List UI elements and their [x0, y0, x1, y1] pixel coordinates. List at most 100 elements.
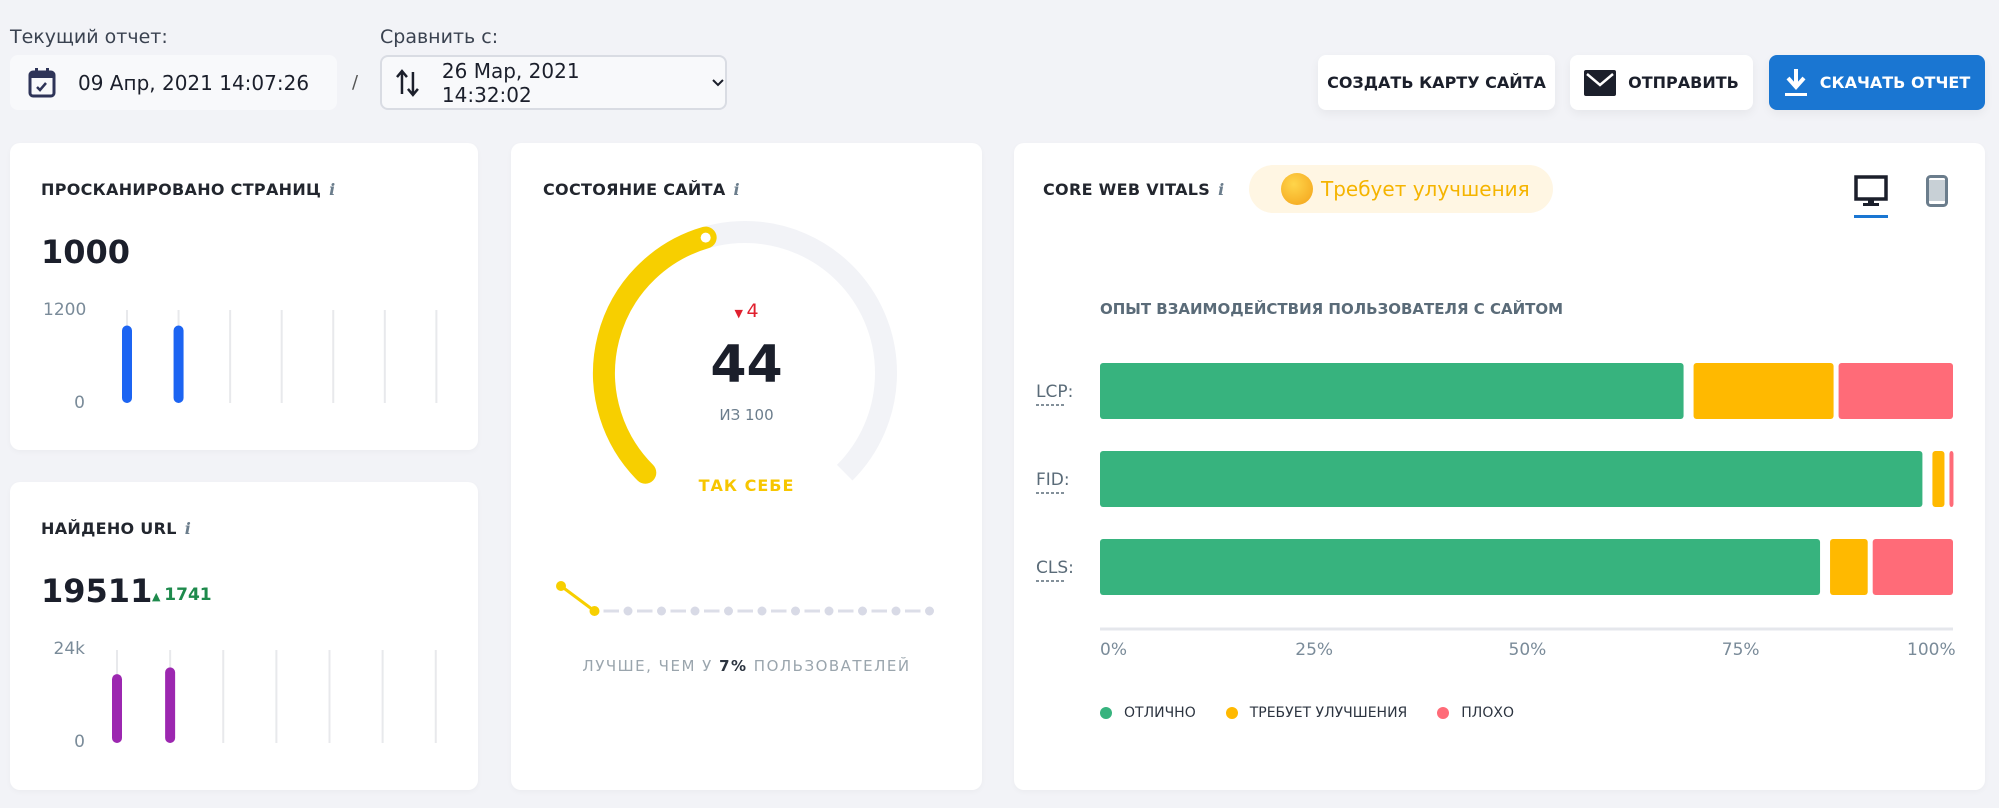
spark-point [657, 606, 666, 616]
legend-label: ОТЛИЧНО [1124, 705, 1196, 721]
download-icon [1784, 68, 1807, 96]
urls-bar-chart [105, 650, 445, 743]
percentile-sparkline [556, 581, 934, 616]
bar-segment [1932, 451, 1945, 507]
bar-segment [1693, 363, 1834, 419]
download-report-button[interactable]: СКАЧАТЬ ОТЧЕТ [1769, 55, 1985, 110]
spark-point [556, 581, 566, 591]
bar [112, 674, 122, 743]
send-label: ОТПРАВИТЬ [1628, 73, 1739, 92]
compare-value: 26 Мар, 2021 14:32:02 [441, 58, 580, 107]
date-separator: / [352, 72, 359, 93]
cwv-badge-label: Требует улучшения [1321, 177, 1530, 201]
pages-title: ПРОСКАНИРОВАНО СТРАНИЦ i [41, 180, 336, 199]
x-tick: 75% [1721, 640, 1760, 660]
category-label: FID: [1036, 470, 1070, 490]
bar-segment [1830, 539, 1868, 595]
x-tick: 100% [1907, 640, 1956, 660]
arrow-up-icon: ▲ [152, 590, 165, 603]
mail-icon [1584, 69, 1617, 96]
y-tick: 24k [53, 639, 85, 659]
percentile-text: ЛУЧШЕ, ЧЕМ У 7% ПОЛЬЗОВАТЕЛЕЙ [582, 657, 911, 675]
legend-dot [1100, 707, 1112, 719]
y-tick: 0 [74, 732, 85, 752]
gauge-knob [700, 232, 711, 243]
bar-segment [1100, 539, 1821, 595]
spark-point [757, 606, 767, 616]
legend-dot [1437, 707, 1450, 719]
urls-value: 19511 [41, 572, 153, 610]
bar [173, 325, 184, 403]
urls-card: НАЙДЕНО URL i 19511 ▲ 1741 24k 0 [10, 482, 478, 790]
spark-point [858, 606, 867, 616]
monocle-face-icon [1281, 173, 1313, 205]
spark-point [690, 606, 700, 616]
legend-item: ПЛОХО [1437, 705, 1514, 721]
bar-segment [1872, 539, 1953, 595]
spark-point [891, 606, 901, 616]
spark-point [724, 606, 733, 616]
create-sitemap-button[interactable]: СОЗДАТЬ КАРТУ САЙТА [1318, 55, 1555, 110]
y-tick: 1200 [43, 300, 87, 320]
y-tick: 0 [74, 393, 85, 413]
arrow-down-icon: ▼ [734, 307, 747, 320]
active-tab-indicator [1854, 215, 1888, 218]
spark-point [824, 606, 834, 616]
urls-delta: ▲ 1741 [152, 585, 212, 605]
spark-point [623, 606, 633, 616]
chevron-down-icon [712, 78, 724, 86]
current-report-label: Текущий отчет: [10, 26, 168, 48]
health-out-of: ИЗ 100 [719, 406, 774, 424]
mobile-tab[interactable] [1926, 175, 1948, 211]
bar [122, 325, 132, 403]
legend-label: ПЛОХО [1461, 705, 1514, 721]
category-label: LCP: [1036, 382, 1073, 402]
pages-value: 1000 [41, 233, 131, 271]
desktop-icon [1854, 175, 1888, 206]
legend-dot [1225, 707, 1238, 719]
site-health-card: СОСТОЯНИЕ САЙТА i ▼ 4 44 ИЗ 100 ТАК СЕБЕ … [511, 143, 982, 790]
cwv-chart-title: ОПЫТ ВЗАИМОДЕЙСТВИЯ ПОЛЬЗОВАТЕЛЯ С САЙТО… [1100, 300, 1564, 318]
urls-title: НАЙДЕНО URL i [41, 519, 192, 538]
info-icon[interactable]: i [185, 519, 191, 538]
create-sitemap-label: СОЗДАТЬ КАРТУ САЙТА [1327, 73, 1546, 92]
calendar-check-icon [28, 67, 56, 97]
legend-label: ТРЕБУЕТ УЛУЧШЕНИЯ [1249, 705, 1408, 721]
core-web-vitals-card: CORE WEB VITALS i Требует улучшения ОПЫТ … [1014, 143, 1985, 790]
download-label: СКАЧАТЬ ОТЧЕТ [1819, 73, 1971, 92]
compare-label: Сравнить с: [380, 26, 499, 48]
send-button[interactable]: ОТПРАВИТЬ [1570, 55, 1753, 110]
current-report-value: 09 Апр, 2021 14:07:26 [78, 70, 310, 95]
health-delta: ▼ 4 [734, 300, 759, 322]
spark-point [791, 606, 800, 616]
bar-segment [1100, 363, 1684, 419]
legend-item: ОТЛИЧНО [1100, 705, 1196, 721]
cwv-title: CORE WEB VITALS i [1043, 180, 1225, 199]
cwv-legend: ОТЛИЧНО ТРЕБУЕТ УЛУЧШЕНИЯ ПЛОХО [1100, 705, 1514, 721]
cwv-status-badge: Требует улучшения [1249, 165, 1553, 213]
x-tick: 0% [1100, 640, 1127, 660]
bar-segment [1838, 363, 1953, 419]
spark-point [589, 606, 600, 616]
spark-segment [560, 584, 596, 613]
mobile-icon [1926, 175, 1948, 207]
bar [165, 667, 176, 743]
pages-card: ПРОСКАНИРОВАНО СТРАНИЦ i 1000 1200 0 [10, 143, 478, 450]
info-icon[interactable]: i [1218, 180, 1224, 199]
legend-item: ТРЕБУЕТ УЛУЧШЕНИЯ [1225, 705, 1408, 721]
bar-segment [1949, 451, 1954, 507]
cwv-stacked-bar-chart: LCP: FID: CLS: [1036, 363, 1954, 631]
pages-bar-chart [115, 310, 445, 403]
health-score: 44 [710, 335, 783, 395]
x-tick: 50% [1508, 640, 1547, 660]
health-status: ТАК СЕБЕ [698, 476, 795, 495]
current-report-date: 09 Апр, 2021 14:07:26 [10, 55, 337, 110]
desktop-tab[interactable] [1854, 175, 1890, 219]
swap-arrows-icon [396, 68, 419, 97]
info-icon[interactable]: i [329, 180, 335, 199]
category-label: CLS: [1036, 558, 1074, 578]
bar-segment [1100, 451, 1923, 507]
x-tick: 25% [1295, 640, 1334, 660]
compare-date-dropdown[interactable]: 26 Мар, 2021 14:32:02 [380, 55, 727, 110]
spark-point [925, 606, 934, 616]
